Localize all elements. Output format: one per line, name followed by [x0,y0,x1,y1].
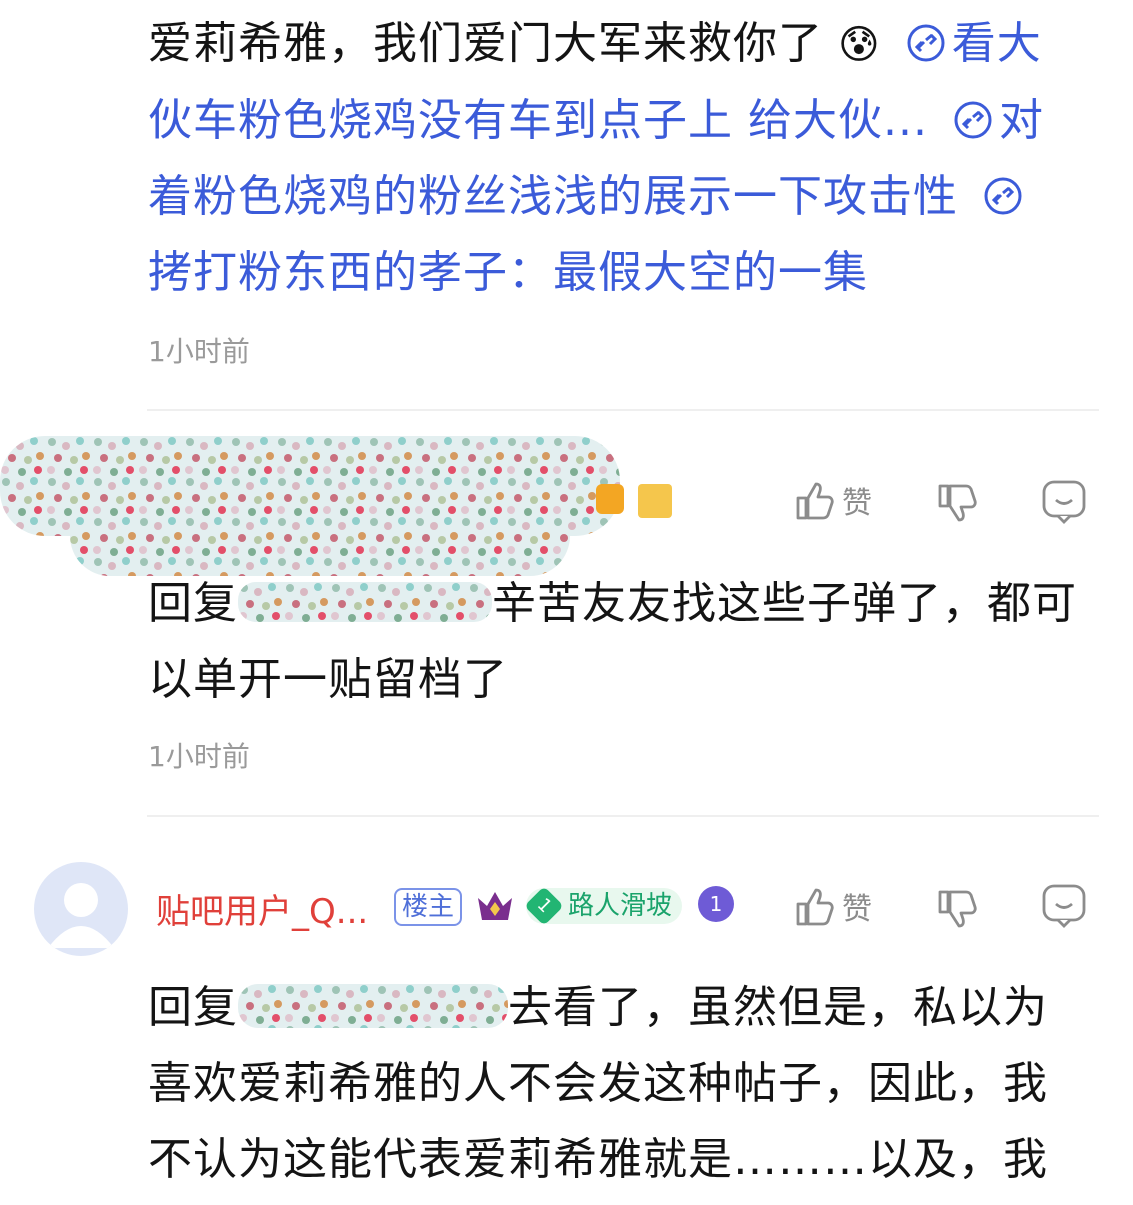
comment1-text: 爱莉希雅，我们爱门大军来救你了 [148,18,823,69]
link-icon [984,177,1022,215]
link-icon [907,24,945,62]
thumbs-up-icon [796,482,834,520]
comment2-time: 1小时前 [148,740,250,773]
level-badge-icon [596,484,624,514]
like-button[interactable]: 赞 [792,884,872,928]
like-label: 赞 [842,486,872,521]
dislike-icon[interactable] [934,886,980,932]
dislike-icon[interactable] [934,480,980,526]
scared-emoji: 😰 [838,22,881,68]
like-label: 赞 [842,892,872,927]
owner-badge: 楼主 [394,888,463,926]
default-avatar-icon [48,883,114,948]
avatar[interactable] [34,862,128,956]
username[interactable]: 贴吧用户_Q... [156,884,368,933]
comment2-body: 回复 辛苦友友找这些子弹了，都可 以单开一贴留档了 [148,566,1098,718]
like-button[interactable]: 赞 [792,478,872,522]
divider [147,815,1099,817]
comment3-text-line2: 喜欢爱莉希雅的人不会发这种帖子，因此，我 [148,1058,1048,1109]
comment1-time: 1小时前 [148,335,250,368]
comment2-text: 辛苦友友找这些子弹了，都可 [492,578,1077,629]
reply-icon[interactable] [1040,882,1088,930]
level-name: 路人滑坡 [568,891,673,921]
reply-icon[interactable] [1040,478,1088,526]
comment3-text: 去看了，虽然但是，私以为 [508,982,1048,1033]
level-badge: 1 路人滑坡 [524,886,683,926]
comment3-text-line3: 不认为这能代表爱莉希雅就是………以及，我 [148,1134,1048,1185]
masked-mention [238,984,508,1028]
reply-prefix: 回复 [148,982,238,1033]
comment3-body: 回复 去看了，虽然但是，私以为 喜欢爱莉希雅的人不会发这种帖子，因此，我 不认为这… [148,970,1098,1198]
thumbs-up-icon [796,888,834,926]
comment1-body: 爱莉希雅，我们爱门大军来救你了 😰 看大 伙车粉色烧鸡没有车到点子上 给大伙...… [148,6,1098,311]
reply-prefix: 回复 [148,578,238,629]
masked-mention [238,582,492,622]
link-icon [954,101,992,139]
comment2-text-line2: 以单开一贴留档了 [148,654,508,705]
level-number: 1 [524,886,564,926]
medal-badge: 1 [698,886,734,922]
medal-icon [638,484,672,518]
masked-user-info [0,436,620,576]
crown-icon [478,892,512,920]
divider [147,409,1099,411]
